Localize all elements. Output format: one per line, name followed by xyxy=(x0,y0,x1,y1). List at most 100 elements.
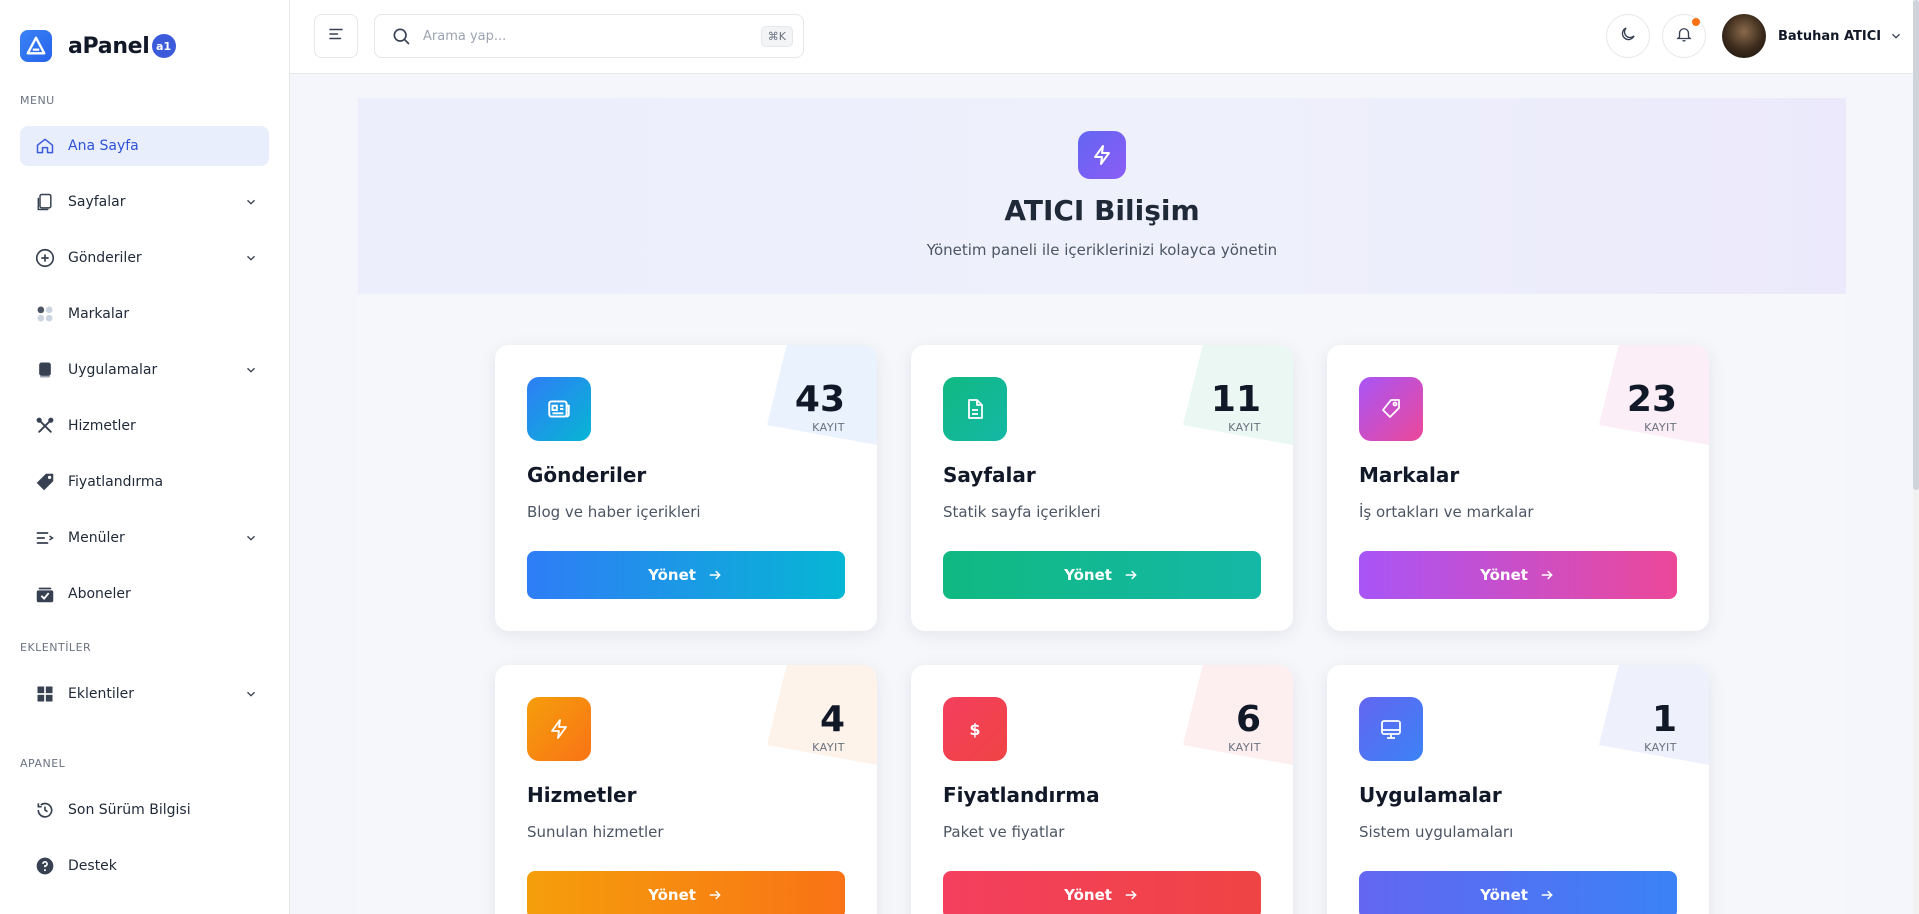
manage-button[interactable]: Yönet xyxy=(943,871,1261,914)
sidebar-item-ana-sayfa[interactable]: Ana Sayfa xyxy=(20,126,269,166)
arrow-right-icon xyxy=(708,887,724,903)
page-scrollbar[interactable] xyxy=(1913,0,1919,914)
card-count: 43 xyxy=(794,379,845,420)
scrollbar-thumb[interactable] xyxy=(1913,0,1919,490)
card-description: İş ortakları ve markalar xyxy=(1359,503,1534,521)
card-unit: KAYIT xyxy=(1228,741,1261,754)
sidebar-item-label: Sayfalar xyxy=(68,194,126,210)
subscribers-icon xyxy=(34,583,56,605)
chevron-down-icon xyxy=(243,250,259,266)
card-count: 11 xyxy=(1210,379,1261,420)
stat-card-sayfalar: 11 KAYIT Sayfalar Statik sayfa içerikler… xyxy=(911,345,1293,631)
sidebar-item-aboneler[interactable]: Aboneler xyxy=(20,574,269,614)
card-count: 6 xyxy=(1235,699,1261,740)
bolt-icon xyxy=(1078,131,1126,179)
sidebar-item-label: Aboneler xyxy=(68,586,131,602)
menu-toggle-button[interactable] xyxy=(314,14,358,58)
stat-card-hizmetler: 4 KAYIT Hizmetler Sunulan hizmetler Yöne… xyxy=(495,665,877,914)
manage-button[interactable]: Yönet xyxy=(527,871,845,914)
notification-dot xyxy=(1692,18,1700,26)
logo-icon xyxy=(20,30,52,62)
manage-button[interactable]: Yönet xyxy=(1359,871,1677,914)
manage-button[interactable]: Yönet xyxy=(527,551,845,599)
user-menu[interactable]: Batuhan ATICI xyxy=(1722,14,1905,58)
card-unit: KAYIT xyxy=(1228,421,1261,434)
card-count: 1 xyxy=(1651,699,1677,740)
moon-icon xyxy=(1619,25,1637,47)
notifications-button[interactable] xyxy=(1662,14,1706,58)
chevron-down-icon xyxy=(243,686,259,702)
chevron-down-icon xyxy=(243,362,259,378)
search-icon xyxy=(391,26,411,46)
card-description: Statik sayfa içerikleri xyxy=(943,503,1101,521)
user-name: Batuhan ATICI xyxy=(1778,28,1882,44)
search-bar[interactable]: ⌘K xyxy=(374,14,804,58)
arrow-right-icon xyxy=(1124,887,1140,903)
grid-icon xyxy=(34,683,56,705)
card-unit: KAYIT xyxy=(812,421,845,434)
card-unit: KAYIT xyxy=(1644,741,1677,754)
sidebar-item-label: Menüler xyxy=(68,530,125,546)
hero-banner: ATICI Bilişim Yönetim paneli ile içerikl… xyxy=(358,98,1846,294)
sidebar-item-label: Destek xyxy=(68,858,117,874)
tools-icon xyxy=(34,415,56,437)
manage-button-label: Yönet xyxy=(648,566,696,584)
newspaper-icon xyxy=(527,377,591,441)
topbar: ⌘K Batuhan ATICI xyxy=(290,0,1919,74)
card-unit: KAYIT xyxy=(812,741,845,754)
card-description: Sistem uygulamaları xyxy=(1359,823,1514,841)
search-input[interactable] xyxy=(423,28,761,44)
sidebar-item-sayfalar[interactable]: Sayfalar xyxy=(20,182,269,222)
sidebar-item-label: Fiyatlandırma xyxy=(68,474,164,490)
stat-card-fiyatlandirma: $ 6 KAYIT Fiyatlandırma Paket ve fiyatla… xyxy=(911,665,1293,914)
sidebar-item-son-surum[interactable]: Son Sürüm Bilgisi xyxy=(20,790,269,830)
card-title: Gönderiler xyxy=(527,463,647,487)
home-icon xyxy=(34,135,56,157)
brand-name: aPanel xyxy=(68,33,150,59)
section-label-apanel: APANEL xyxy=(20,757,66,770)
bell-icon xyxy=(1675,25,1693,47)
manage-button-label: Yönet xyxy=(1480,886,1528,904)
manage-button-label: Yönet xyxy=(1064,566,1112,584)
card-title: Uygulamalar xyxy=(1359,783,1502,807)
sidebar-item-eklentiler[interactable]: Eklentiler xyxy=(20,674,269,714)
sidebar-item-gonderiler[interactable]: Gönderiler xyxy=(20,238,269,278)
pages-icon xyxy=(34,191,56,213)
dollar-icon: $ xyxy=(943,697,1007,761)
sidebar-item-hizmetler[interactable]: Hizmetler xyxy=(20,406,269,446)
monitor-icon xyxy=(1359,697,1423,761)
brand-badge: a1 xyxy=(151,34,176,58)
sidebar-item-fiyatlandirma[interactable]: Fiyatlandırma xyxy=(20,462,269,502)
sidebar-item-menuler[interactable]: Menüler xyxy=(20,518,269,558)
avatar xyxy=(1722,14,1766,58)
section-label-menu: MENU xyxy=(20,94,55,107)
page-title: ATICI Bilişim xyxy=(1004,194,1200,227)
card-unit: KAYIT xyxy=(1644,421,1677,434)
sidebar-item-label: Markalar xyxy=(68,306,130,322)
arrow-right-icon xyxy=(1540,887,1556,903)
sidebar: aPanel a1 MENU Ana Sayfa Sayfalar Gönder… xyxy=(0,0,290,914)
card-count: 23 xyxy=(1626,379,1677,420)
chevron-down-icon xyxy=(1889,28,1905,44)
card-description: Paket ve fiyatlar xyxy=(943,823,1065,841)
arrow-right-icon xyxy=(708,567,724,583)
card-title: Fiyatlandırma xyxy=(943,783,1100,807)
help-icon xyxy=(34,855,56,877)
stat-card-gonderiler: 43 KAYIT Gönderiler Blog ve haber içerik… xyxy=(495,345,877,631)
manage-button-label: Yönet xyxy=(648,886,696,904)
app-icon xyxy=(34,359,56,381)
sidebar-item-markalar[interactable]: Markalar xyxy=(20,294,269,334)
sidebar-item-uygulamalar[interactable]: Uygulamalar xyxy=(20,350,269,390)
theme-toggle-button[interactable] xyxy=(1606,14,1650,58)
hamburger-icon xyxy=(327,25,345,47)
manage-button[interactable]: Yönet xyxy=(943,551,1261,599)
card-title: Markalar xyxy=(1359,463,1460,487)
sidebar-item-label: Hizmetler xyxy=(68,418,136,434)
card-title: Sayfalar xyxy=(943,463,1036,487)
manage-button[interactable]: Yönet xyxy=(1359,551,1677,599)
arrow-right-icon xyxy=(1540,567,1556,583)
card-description: Blog ve haber içerikleri xyxy=(527,503,701,521)
manage-button-label: Yönet xyxy=(1064,886,1112,904)
brand-logo[interactable]: aPanel a1 xyxy=(20,30,176,62)
sidebar-item-destek[interactable]: Destek xyxy=(20,846,269,886)
